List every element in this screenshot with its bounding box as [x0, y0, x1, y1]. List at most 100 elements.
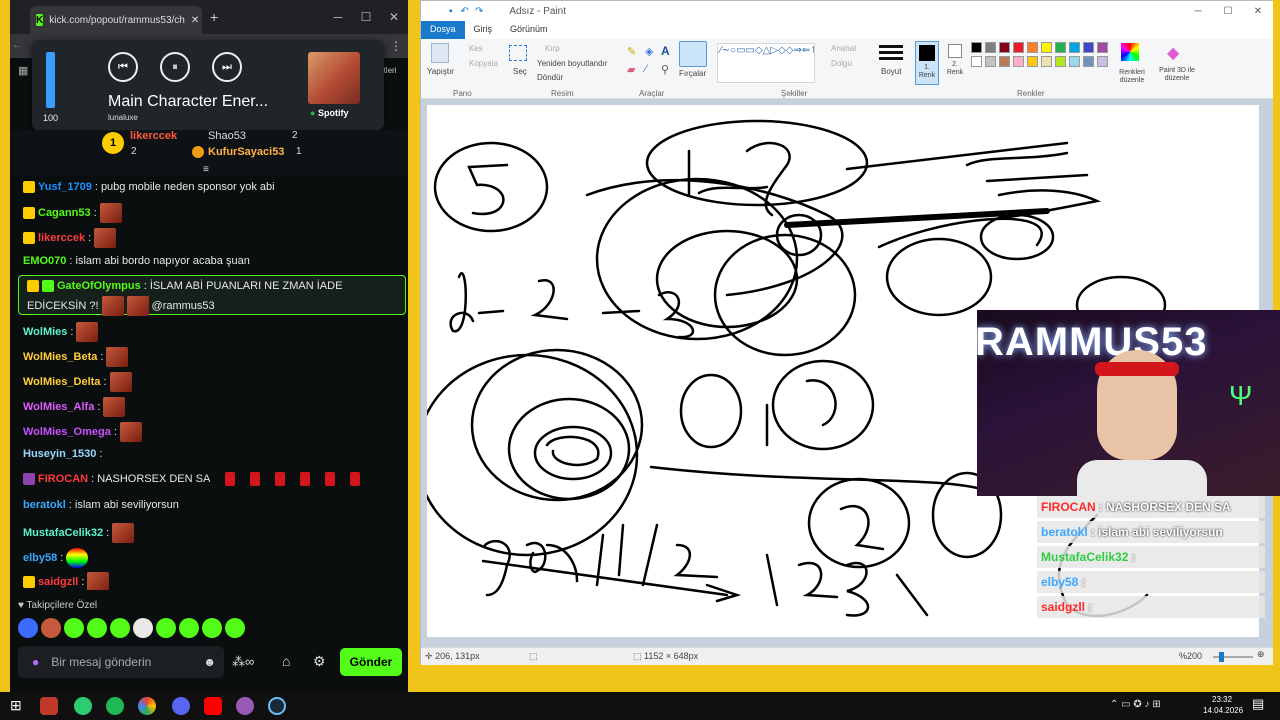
emote-button[interactable] [156, 618, 176, 638]
previous-track-button[interactable]: ⏮ [108, 52, 138, 82]
palette-color-swatch[interactable] [999, 42, 1010, 53]
chat-username[interactable]: WolMies_Delta [23, 375, 100, 389]
palette-color-swatch[interactable] [1097, 42, 1108, 53]
chat-username[interactable]: WolMies_Alfa [23, 400, 94, 414]
palette-color-swatch[interactable] [1041, 56, 1052, 67]
chat-username[interactable]: MustafaCelik32 [23, 526, 103, 540]
chat-username[interactable]: EMO070 [23, 254, 66, 268]
color2-button[interactable]: 2. Renk [943, 41, 967, 85]
send-button[interactable]: Gönder [340, 648, 402, 676]
steam-icon[interactable] [268, 697, 286, 715]
emote-button[interactable] [202, 618, 222, 638]
palette-color-swatch[interactable] [999, 56, 1010, 67]
points-icon[interactable]: ⁂∞ [232, 654, 254, 670]
minimize-icon[interactable]: ─ [324, 10, 352, 24]
fill-icon[interactable]: ◈ [645, 45, 653, 58]
chat-username[interactable]: Cagann53 [38, 206, 91, 220]
chat-username[interactable]: Yusf_1709 [38, 180, 92, 194]
size-button[interactable]: Boyut [881, 67, 901, 76]
browser-tab[interactable]: K kick.com/popout/rammus53/ch ✕ [30, 6, 202, 34]
chat-username[interactable]: beratokl [23, 498, 66, 512]
gifter-name[interactable]: KufurSayaci53 [208, 146, 284, 158]
palette-color-swatch[interactable] [1055, 42, 1066, 53]
tab-file[interactable]: Dosya [421, 21, 465, 39]
chrome-icon[interactable] [138, 697, 156, 715]
palette-color-swatch[interactable] [1055, 56, 1066, 67]
palette-color-swatch[interactable] [985, 56, 996, 67]
brushes-icon[interactable] [679, 41, 707, 67]
crop-button[interactable]: Kırp [545, 44, 560, 53]
maximize-icon[interactable]: ☐ [352, 10, 380, 24]
spotify-icon[interactable] [106, 697, 124, 715]
system-tray-icons[interactable]: ⌃ ▭ ✪ ♪ ⊞ [1110, 699, 1161, 710]
notification-icon[interactable]: ▤ [1252, 696, 1264, 712]
close-icon[interactable]: ✕ [380, 10, 408, 24]
clock-date[interactable]: 14.04.2026 [1203, 706, 1243, 715]
discord-icon[interactable] [172, 697, 190, 715]
collapse-handle-icon[interactable]: ≡ [203, 164, 209, 175]
emote-button[interactable] [18, 618, 38, 638]
text-icon[interactable]: A [661, 44, 670, 58]
color-picker-icon[interactable]: ⁄ [645, 63, 647, 75]
start-icon[interactable]: ⊞ [10, 697, 22, 714]
clock-time[interactable]: 23:32 [1212, 695, 1232, 704]
emoji-icon[interactable]: ☻ [203, 655, 216, 669]
minimize-icon[interactable]: ─ [1183, 6, 1213, 17]
shapes-gallery[interactable]: ⁄∼○▭▭◇△▷◇◇⇒⇐⇑⇓✦☆☆☐○○ [717, 43, 815, 83]
volume-slider[interactable] [46, 52, 55, 108]
store-icon[interactable]: ⌂ [282, 653, 290, 669]
chat-input[interactable]: ● Bir mesaj gönderin ☻ [18, 646, 224, 678]
settings-gear-icon[interactable]: ⚙ [313, 653, 326, 670]
palette-color-swatch[interactable] [1013, 42, 1024, 53]
paint3d-button[interactable]: Paint 3D ile düzenle [1153, 67, 1201, 83]
palette-color-swatch[interactable] [1097, 56, 1108, 67]
palette-color-swatch[interactable] [1069, 42, 1080, 53]
emote-button[interactable] [64, 618, 84, 638]
chat-username[interactable]: WolMies_Omega [23, 425, 111, 439]
palette-color-swatch[interactable] [1083, 42, 1094, 53]
close-icon[interactable]: ✕ [1243, 6, 1273, 17]
pause-button[interactable]: ⏸ [160, 52, 190, 82]
palette-color-swatch[interactable] [971, 56, 982, 67]
emote-button[interactable] [133, 618, 153, 638]
emote-button[interactable] [110, 618, 130, 638]
fill-button[interactable]: Dolgu [831, 59, 852, 68]
tab-view[interactable]: Görünüm [501, 21, 557, 39]
chat-username[interactable]: FIROCAN [38, 472, 88, 486]
brushes-button[interactable]: Fırçalar [679, 69, 706, 78]
palette-color-swatch[interactable] [1041, 42, 1052, 53]
gifter-name[interactable]: likerccek [130, 130, 177, 142]
pencil-icon[interactable]: ✎ [627, 45, 636, 58]
app-icon[interactable] [236, 697, 254, 715]
color1-button[interactable]: 1. Renk [915, 41, 939, 85]
chat-username[interactable]: elby58 [23, 551, 57, 565]
maximize-icon[interactable]: ☐ [1213, 6, 1243, 17]
youtube-icon[interactable] [204, 697, 222, 715]
next-track-button[interactable]: ⏭ [212, 52, 242, 82]
select-button[interactable]: Seç [513, 67, 527, 76]
eraser-icon[interactable]: ▰ [627, 63, 635, 76]
paste-button[interactable]: Yapıştır [427, 67, 454, 76]
emote-button[interactable] [87, 618, 107, 638]
undo-icon[interactable]: ↶ [461, 6, 469, 17]
palette-color-swatch[interactable] [1083, 56, 1094, 67]
cut-button[interactable]: Kes [469, 44, 483, 53]
tab-home[interactable]: Giriş [465, 21, 502, 39]
palette-color-swatch[interactable] [971, 42, 982, 53]
resize-button[interactable]: Yeniden boyutlandır [537, 59, 607, 68]
chat-username[interactable]: saidgzll [38, 575, 78, 589]
microphone-icon[interactable]: ● [32, 655, 39, 669]
chat-username[interactable]: likerccek [38, 231, 85, 245]
copy-button[interactable]: Kopyala [469, 59, 498, 68]
magnifier-icon[interactable]: ⚲ [661, 63, 669, 76]
palette-color-swatch[interactable] [985, 42, 996, 53]
back-arrow-icon[interactable]: ← [12, 40, 22, 51]
tab-close-icon[interactable]: ✕ [191, 15, 199, 26]
zoom-slider[interactable] [1213, 652, 1253, 662]
app-icon[interactable] [40, 697, 58, 715]
outline-button[interactable]: Anahat [831, 44, 856, 53]
emote-button[interactable] [225, 618, 245, 638]
gifter-name[interactable]: Shao53 [208, 130, 246, 142]
redo-icon[interactable]: ↷ [475, 6, 483, 17]
chat-username[interactable]: WolMies [23, 325, 67, 339]
